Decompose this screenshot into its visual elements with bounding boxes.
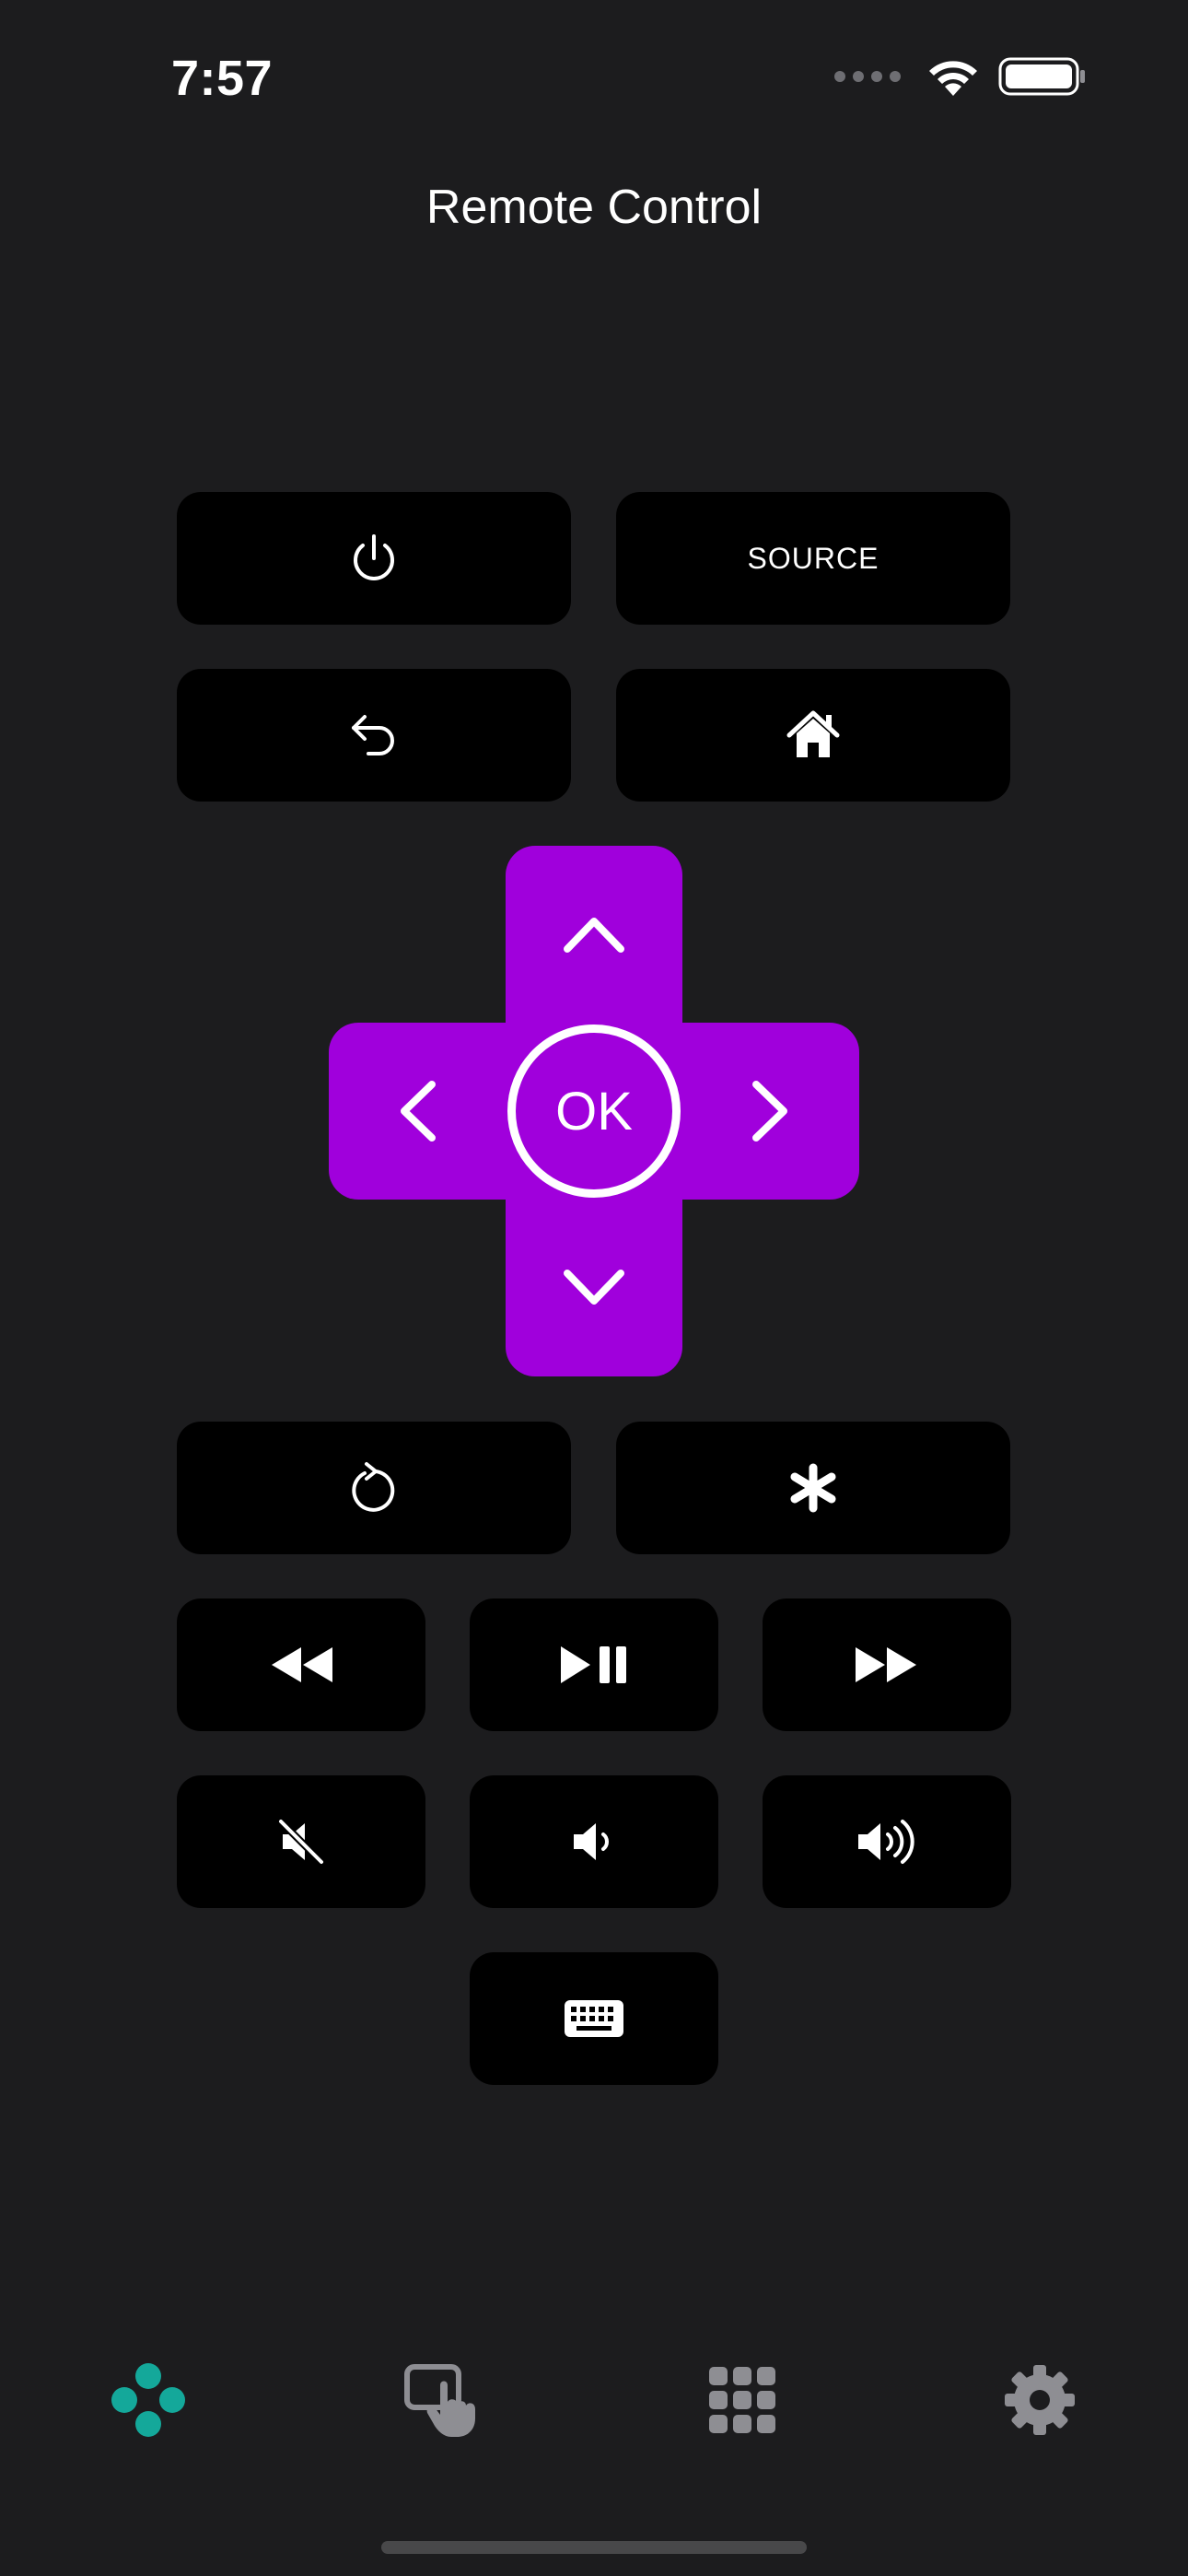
gear-icon [1005, 2365, 1075, 2435]
power-button[interactable] [177, 492, 571, 625]
back-arrow-icon [352, 715, 394, 755]
source-button[interactable]: SOURCE [616, 492, 1010, 625]
fast-forward-button[interactable] [763, 1598, 1011, 1731]
apps-grid-icon [709, 2367, 775, 2433]
remote-dpad-icon [111, 2363, 185, 2437]
volume-down-button[interactable] [470, 1775, 718, 1908]
ok-button[interactable]: OK [507, 1025, 681, 1198]
wifi-icon [929, 61, 977, 96]
volume-up-icon [858, 1820, 914, 1864]
touchpad-tab[interactable] [400, 2359, 492, 2441]
home-indicator [381, 2541, 807, 2554]
back-button[interactable] [177, 669, 571, 802]
dpad-up-button[interactable] [506, 846, 682, 1023]
apps-tab[interactable] [696, 2359, 788, 2441]
chevron-left-icon [401, 1081, 436, 1142]
dpad-right-button[interactable] [682, 1023, 859, 1200]
source-button-label: SOURCE [747, 541, 879, 575]
cellular-signal-icon [834, 71, 901, 82]
keyboard-icon [565, 2000, 623, 2037]
play-pause-button[interactable] [470, 1598, 718, 1731]
volume-up-button[interactable] [763, 1775, 1011, 1908]
settings-tab[interactable] [994, 2359, 1086, 2441]
dpad-down-button[interactable] [506, 1200, 682, 1376]
ok-button-label: OK [555, 1081, 633, 1142]
mute-button[interactable] [177, 1775, 425, 1908]
page-title: Remote Control [425, 181, 763, 234]
status-icons [834, 55, 1087, 98]
keyboard-button[interactable] [470, 1952, 718, 2085]
rewind-button[interactable] [177, 1598, 425, 1731]
power-icon [354, 534, 394, 580]
status-time: 7:57 [171, 51, 274, 106]
play-pause-icon [561, 1646, 626, 1683]
rewind-icon [272, 1647, 332, 1682]
replay-button[interactable] [177, 1422, 571, 1554]
mute-icon [278, 1819, 324, 1865]
dpad-left-button[interactable] [329, 1023, 506, 1200]
chevron-down-icon [564, 1270, 624, 1305]
chevron-right-icon [752, 1081, 787, 1142]
home-icon [786, 710, 840, 757]
touchpad-icon [404, 2364, 475, 2437]
options-button[interactable] [616, 1422, 1010, 1554]
fast-forward-icon [856, 1647, 916, 1682]
asterisk-icon [790, 1463, 836, 1513]
remote-tab[interactable] [102, 2359, 194, 2441]
home-button[interactable] [616, 669, 1010, 802]
battery-icon [998, 57, 1085, 96]
chevron-up-icon [564, 918, 624, 953]
replay-icon [352, 1462, 395, 1512]
volume-down-icon [574, 1823, 609, 1860]
